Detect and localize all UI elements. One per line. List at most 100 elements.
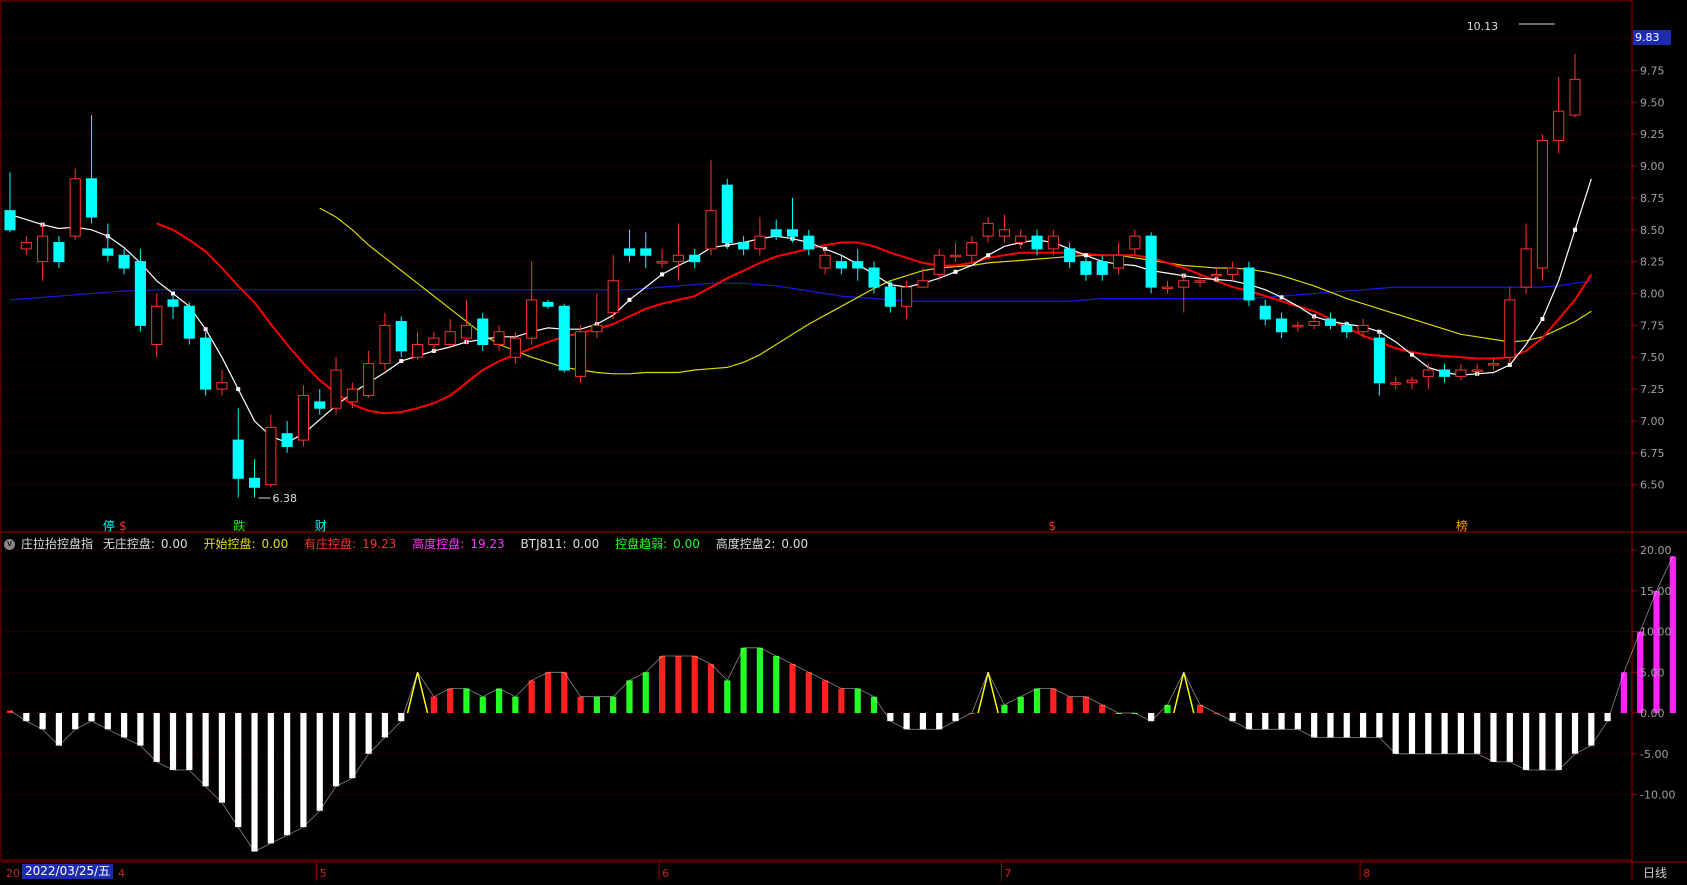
candle-body — [395, 321, 407, 352]
candle-body — [477, 318, 489, 345]
indicator-bar — [919, 713, 927, 730]
candle-body — [1210, 273, 1222, 277]
candle-body — [1129, 235, 1141, 250]
candle-body — [265, 426, 277, 486]
candle-body — [167, 299, 179, 307]
indicator-peak — [977, 672, 999, 714]
indicator-tick-label: 15.00 — [1640, 585, 1672, 598]
candle-body — [183, 305, 195, 339]
indicator-bar — [72, 713, 79, 730]
candle-body — [1439, 369, 1451, 377]
candle-body — [1161, 286, 1174, 290]
indicator-bar — [544, 672, 552, 713]
price-tick-label: 7.50 — [1640, 351, 1665, 364]
kline-chart[interactable]: 10.00 9.75 9.50 9.25 9.00 8.75 8.50 8.25 8.00 7.7… — [0, 0, 1687, 881]
moving-averages — [8, 178, 1593, 444]
period-selector[interactable]: 日线 — [1643, 864, 1667, 881]
indicator-bar — [1425, 713, 1432, 754]
indicator-bar — [610, 696, 617, 713]
event-marker: 跌 — [233, 518, 245, 533]
month-label: 5 — [320, 867, 327, 880]
ma-white-point — [236, 387, 241, 392]
candle-body — [200, 337, 212, 390]
indicator-bar — [1164, 704, 1171, 713]
candle-body — [607, 280, 619, 314]
candle-body — [20, 242, 32, 250]
indicator-bar — [495, 688, 503, 713]
candle-body — [1406, 379, 1418, 384]
indicator-bar — [1359, 713, 1367, 738]
indicator-bars[interactable] — [6, 556, 1676, 853]
collapse-icon[interactable]: v — [4, 539, 15, 550]
candle-body — [509, 337, 521, 358]
indicator-bar — [593, 696, 600, 713]
indicator-name[interactable]: 庄拉抬控盘指 — [21, 537, 93, 551]
price-tick-label: 6.50 — [1640, 479, 1665, 492]
chart-frame — [0, 0, 1633, 861]
candle-body — [852, 261, 864, 269]
candle-body — [1276, 318, 1288, 333]
indicator-bar — [365, 713, 372, 754]
event-markers[interactable]: 停 $ 跌 财 $ 榜 — [103, 518, 1468, 533]
indicator-bar — [39, 713, 46, 730]
candle-body — [1243, 267, 1255, 301]
ma-white-point — [1409, 352, 1414, 357]
candle-body — [232, 439, 244, 479]
candle-body — [1194, 280, 1206, 283]
month-fragment: 4 — [118, 867, 125, 880]
indicator-bar — [512, 696, 519, 713]
indicator-bar — [430, 696, 437, 713]
price-tick-label: 8.75 — [1640, 192, 1665, 205]
indicator-bar — [1555, 713, 1562, 771]
candle-body — [786, 229, 799, 237]
candle-body — [1471, 369, 1483, 372]
indicator-bar — [1082, 696, 1090, 713]
event-marker: 榜 — [1456, 518, 1468, 533]
indicator-bar — [724, 680, 731, 713]
indicator-bar — [1522, 713, 1530, 771]
price-tick-label: 9.50 — [1640, 96, 1665, 109]
candle-body — [363, 363, 375, 396]
candle-body — [689, 254, 701, 263]
indicator-bar — [1457, 713, 1464, 754]
indicator-bar — [381, 713, 389, 738]
indicator-bar — [1294, 713, 1301, 730]
candle-body — [966, 242, 978, 256]
indicator-bar — [218, 713, 226, 803]
candle-body — [411, 343, 424, 358]
candle-body — [4, 210, 16, 231]
candle-body — [1015, 235, 1027, 244]
candles[interactable] — [4, 53, 1581, 498]
month-label: 8 — [1363, 867, 1370, 880]
indicator-bar — [251, 713, 258, 852]
event-marker: $ — [119, 519, 127, 533]
candle-body — [868, 267, 880, 288]
month-label: 7 — [1004, 867, 1011, 880]
candle-body — [901, 286, 913, 307]
ma-white-point — [1540, 316, 1545, 321]
ma-white-point — [986, 253, 991, 258]
candle-body — [917, 280, 929, 288]
indicator-tick-label: -10.00 — [1640, 789, 1675, 802]
indicator-item-0: 无庄控盘: 0.00 — [102, 537, 188, 551]
indicator-bar — [267, 713, 274, 844]
indicator-bar — [316, 713, 323, 811]
indicator-bar — [1571, 713, 1579, 754]
candle-body — [428, 337, 440, 345]
candle-body — [1227, 267, 1239, 275]
price-tick-label: 8.00 — [1640, 288, 1665, 301]
candle-body — [1308, 321, 1320, 326]
indicator-bar — [1653, 590, 1660, 713]
candle-body — [281, 433, 293, 447]
indicator-bar — [1490, 713, 1497, 762]
candle-body — [1031, 235, 1043, 250]
candle-body — [248, 477, 261, 488]
indicator-bar — [903, 713, 910, 730]
candle-body — [1569, 78, 1581, 116]
candle-body — [53, 242, 65, 263]
candle-body — [1145, 235, 1157, 288]
indicator-bar — [349, 713, 356, 779]
candle-body — [216, 382, 228, 390]
price-tick-label: 8.25 — [1640, 256, 1665, 269]
cursor-date: 2022/03/25/五 — [22, 864, 114, 879]
